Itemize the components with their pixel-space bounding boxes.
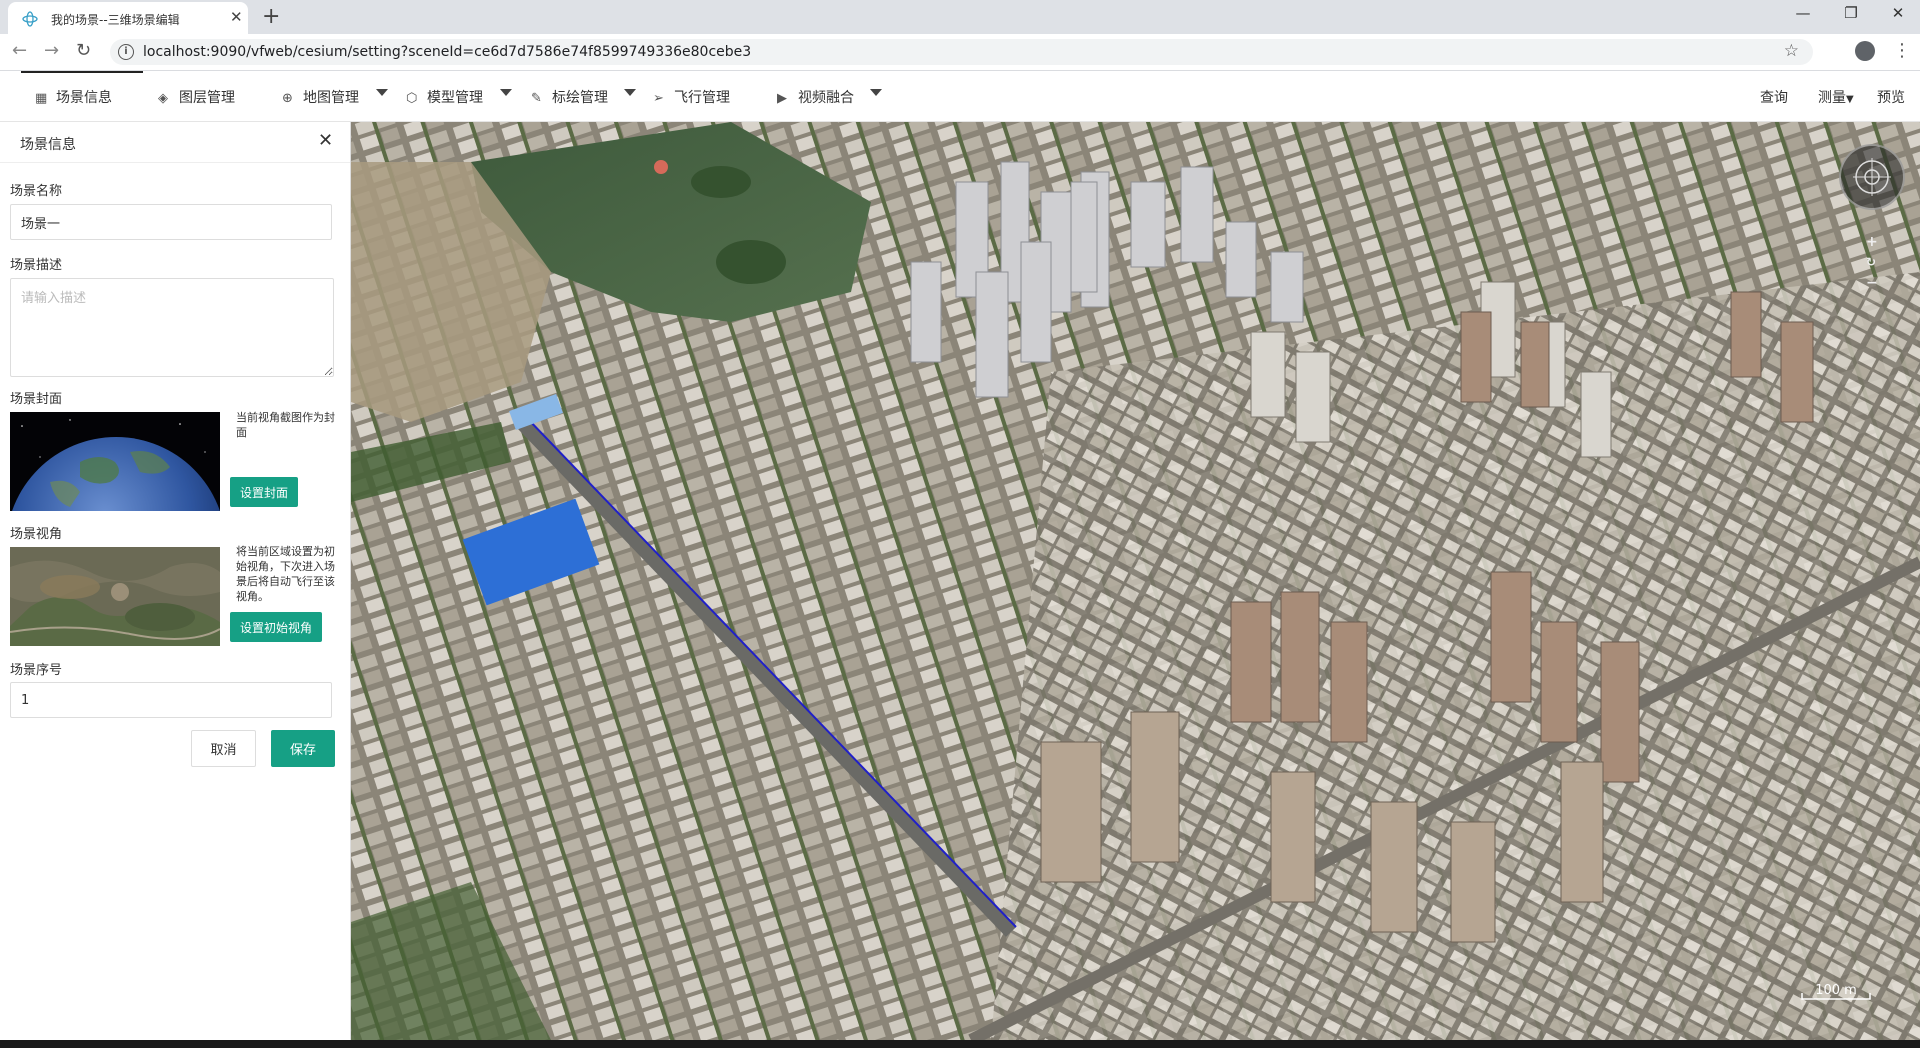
back-icon[interactable]: ← bbox=[12, 40, 27, 61]
measure-button[interactable]: 测量▼ bbox=[1818, 87, 1854, 107]
scene-info-panel: 场景信息 ✕ 场景名称 场景描述 场景封面 当前视角截图作为封面 设置封面 bbox=[0, 122, 351, 1048]
address-bar-row: ← → ↻ i localhost:9090/vfweb/cesium/sett… bbox=[0, 34, 1920, 71]
panel-close-icon[interactable]: ✕ bbox=[318, 130, 333, 151]
tab-plot-management[interactable]: ✎ 标绘管理 bbox=[531, 87, 608, 107]
tab-scene-info-label: 场景信息 bbox=[56, 90, 112, 106]
video-fusion-dropdown-icon[interactable] bbox=[870, 89, 882, 96]
tab-layer-management-label: 图层管理 bbox=[179, 90, 235, 106]
query-button[interactable]: 查询 bbox=[1760, 87, 1788, 107]
close-tab-icon[interactable]: ✕ bbox=[230, 8, 243, 26]
preview-button[interactable]: 预览 bbox=[1877, 87, 1905, 107]
scene-order-label: 场景序号 bbox=[10, 663, 63, 678]
tab-model-management[interactable]: ⬡ 模型管理 bbox=[406, 87, 483, 107]
tab-scene-info[interactable]: ▦ 场景信息 bbox=[35, 87, 112, 107]
tab-flight-management-label: 飞行管理 bbox=[674, 90, 730, 106]
account-avatar-icon[interactable] bbox=[1855, 41, 1875, 61]
reload-icon[interactable]: ↻ bbox=[76, 40, 91, 61]
active-tab-indicator bbox=[21, 71, 143, 73]
map-scale-bar: 100 m bbox=[1794, 983, 1878, 1001]
site-info-icon[interactable]: i bbox=[118, 44, 134, 60]
reset-view-icon[interactable]: ↻ bbox=[1866, 255, 1876, 269]
new-tab-button[interactable]: + bbox=[262, 4, 280, 29]
panel-header: 场景信息 ✕ bbox=[0, 122, 350, 163]
cesium-3d-map[interactable]: + ↻ − 100 m bbox=[351, 122, 1920, 1040]
paper-plane-icon: ➢ bbox=[653, 91, 664, 106]
url-text: localhost:9090/vfweb/cesium/setting?scen… bbox=[143, 44, 752, 60]
cube-icon: ⬡ bbox=[406, 91, 418, 106]
view-hint-text: 将当前区域设置为初始视角，下次进入场景后将自动飞行至该视角。 bbox=[236, 545, 335, 603]
cancel-button[interactable]: 取消 bbox=[191, 730, 256, 767]
close-window-icon[interactable]: ✕ bbox=[1883, 4, 1913, 22]
cover-thumbnail bbox=[10, 412, 220, 511]
browser-menu-icon[interactable]: ⋮ bbox=[1893, 40, 1911, 61]
url-input[interactable]: i localhost:9090/vfweb/cesium/setting?sc… bbox=[110, 39, 1813, 65]
scene-description-label: 场景描述 bbox=[10, 258, 63, 273]
measure-label: 测量 bbox=[1818, 90, 1846, 106]
browser-tab[interactable]: 我的场景--三维场景编辑 ✕ bbox=[8, 2, 248, 34]
tab-layer-management[interactable]: ◈ 图层管理 bbox=[158, 87, 235, 107]
cover-hint-text: 当前视角截图作为封面 bbox=[236, 411, 335, 439]
zoom-in-icon[interactable]: + bbox=[1866, 234, 1878, 250]
zoom-out-icon[interactable]: − bbox=[1866, 275, 1878, 291]
scene-name-label: 场景名称 bbox=[10, 184, 63, 199]
maximize-icon[interactable]: ❐ bbox=[1836, 4, 1866, 22]
pen-icon: ✎ bbox=[531, 91, 542, 106]
plot-management-dropdown-icon[interactable] bbox=[624, 89, 636, 96]
tab-map-management-label: 地图管理 bbox=[303, 90, 359, 106]
panel-title: 场景信息 bbox=[20, 137, 76, 153]
bookmark-star-icon[interactable]: ☆ bbox=[1784, 41, 1799, 61]
set-cover-button[interactable]: 设置封面 bbox=[230, 477, 298, 507]
scene-view-label: 场景视角 bbox=[10, 527, 63, 542]
tab-model-management-label: 模型管理 bbox=[427, 90, 483, 106]
scene-name-input[interactable] bbox=[10, 204, 332, 240]
layers-icon: ◈ bbox=[158, 91, 168, 106]
scene-order-input[interactable] bbox=[10, 682, 332, 718]
tab-video-fusion[interactable]: ▶ 视频融合 bbox=[777, 87, 854, 107]
globe-icon: ⊕ bbox=[282, 91, 293, 106]
view-thumbnail bbox=[10, 547, 220, 646]
app-favicon-icon bbox=[22, 11, 38, 27]
save-button[interactable]: 保存 bbox=[271, 730, 335, 767]
tab-plot-management-label: 标绘管理 bbox=[552, 90, 608, 106]
video-icon: ▶ bbox=[777, 91, 787, 106]
scene-cover-label: 场景封面 bbox=[10, 392, 63, 407]
set-initial-view-button[interactable]: 设置初始视角 bbox=[230, 612, 322, 642]
tab-map-management[interactable]: ⊕ 地图管理 bbox=[282, 87, 359, 107]
measure-dropdown-icon: ▼ bbox=[1846, 94, 1854, 105]
tab-video-fusion-label: 视频融合 bbox=[798, 90, 854, 106]
map-management-dropdown-icon[interactable] bbox=[376, 89, 388, 96]
tab-flight-management[interactable]: ➢ 飞行管理 bbox=[653, 87, 730, 107]
tab-title: 我的场景--三维场景编辑 bbox=[51, 13, 180, 27]
forward-icon[interactable]: → bbox=[44, 40, 59, 61]
browser-tab-strip: 我的场景--三维场景编辑 ✕ + — ❐ ✕ bbox=[0, 0, 1920, 34]
minimize-icon[interactable]: — bbox=[1788, 4, 1818, 22]
bottom-taskbar-strip bbox=[0, 1040, 1920, 1048]
navigation-compass-icon[interactable] bbox=[1839, 144, 1905, 210]
model-management-dropdown-icon[interactable] bbox=[500, 89, 512, 96]
app-toolbar: ▦ 场景信息 ◈ 图层管理 ⊕ 地图管理 ⬡ 模型管理 ✎ 标绘管理 ➢ 飞行管理 ▶ 视频融… bbox=[0, 71, 1920, 122]
scene-info-icon: ▦ bbox=[35, 91, 48, 106]
scene-description-input[interactable] bbox=[10, 278, 334, 377]
